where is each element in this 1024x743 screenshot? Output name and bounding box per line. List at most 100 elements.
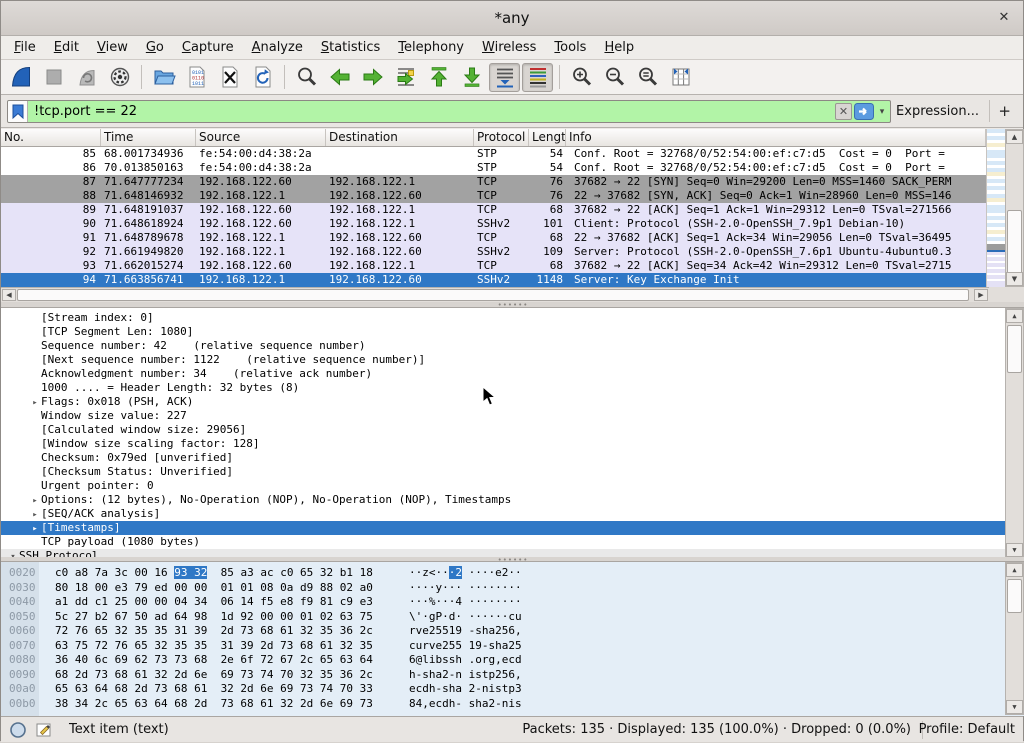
add-filter-button[interactable]: + xyxy=(989,100,1019,122)
filter-clear-button[interactable]: ✕ xyxy=(835,103,852,120)
auto-scroll-button[interactable] xyxy=(489,63,520,92)
detail-line[interactable]: [TCP Segment Len: 1080] xyxy=(1,325,1006,339)
stop-capture-button[interactable] xyxy=(38,63,69,92)
detail-line[interactable]: 1000 .... = Header Length: 32 bytes (8) xyxy=(1,381,1006,395)
packet-row-91[interactable]: 9171.648789678192.168.122.1192.168.122.6… xyxy=(1,231,986,245)
details-vscroll-thumb[interactable] xyxy=(1007,325,1022,373)
packet-row-85[interactable]: 8568.001734936fe:54:00:d4:38:2aSTP54Conf… xyxy=(1,147,986,161)
go-to-packet-button[interactable] xyxy=(390,63,421,92)
detail-line[interactable]: ▸Options: (12 bytes), No-Operation (NOP)… xyxy=(1,493,1006,507)
bytes-vscroll-thumb[interactable] xyxy=(1007,579,1022,613)
hex-row-00a0[interactable]: 00a065 63 64 68 2d 73 68 61 32 2d 6e 69 … xyxy=(9,682,522,697)
detail-line[interactable]: Window size value: 227 xyxy=(1,409,1006,423)
expert-info-button[interactable] xyxy=(9,721,27,739)
expander-icon[interactable]: ▸ xyxy=(29,522,41,535)
reload-file-button[interactable] xyxy=(247,63,278,92)
column-header-length[interactable]: Length xyxy=(529,129,566,146)
detail-line[interactable]: Urgent pointer: 0 xyxy=(1,479,1006,493)
packet-list-hscroll-thumb[interactable] xyxy=(17,289,969,301)
capture-comment-button[interactable] xyxy=(35,721,53,739)
expression-button[interactable]: Expression... xyxy=(890,100,985,123)
column-header-destination[interactable]: Destination xyxy=(326,129,474,146)
packet-row-86[interactable]: 8670.013850163fe:54:00:d4:38:2aSTP54Conf… xyxy=(1,161,986,175)
hex-row-0080[interactable]: 008036 40 6c 69 62 73 73 68 2e 6f 72 67 … xyxy=(9,653,522,668)
detail-line[interactable]: [Stream index: 0] xyxy=(1,311,1006,325)
profile-button[interactable]: Profile: Default xyxy=(919,722,1015,737)
save-file-button[interactable]: 010101101011 xyxy=(181,63,212,92)
display-filter-input[interactable] xyxy=(28,101,835,122)
capture-options-button[interactable] xyxy=(104,63,135,92)
column-header-time[interactable]: Time xyxy=(101,129,196,146)
hex-row-0040[interactable]: 0040a1 dd c1 25 00 00 04 34 06 14 f5 e8 … xyxy=(9,595,522,610)
go-first-button[interactable] xyxy=(423,63,454,92)
filter-dropdown-caret[interactable]: ▾ xyxy=(876,107,888,117)
menu-view[interactable]: View xyxy=(88,38,137,57)
scroll-down-icon[interactable]: ▼ xyxy=(1006,543,1023,557)
scroll-up-icon[interactable]: ▲ xyxy=(1006,130,1023,144)
packet-row-87[interactable]: 8771.647777234192.168.122.60192.168.122.… xyxy=(1,175,986,189)
detail-line[interactable]: Acknowledgment number: 34 (relative ack … xyxy=(1,367,1006,381)
bytes-vscrollbar[interactable]: ▲ ▼ xyxy=(1005,562,1024,715)
hex-row-0030[interactable]: 003080 18 00 e3 79 ed 00 00 01 01 08 0a … xyxy=(9,581,522,596)
menu-help[interactable]: Help xyxy=(595,38,643,57)
packet-row-90[interactable]: 9071.648618924192.168.122.60192.168.122.… xyxy=(1,217,986,231)
detail-line[interactable]: TCP payload (1080 bytes) xyxy=(1,535,1006,549)
detail-line[interactable]: Sequence number: 42 (relative sequence n… xyxy=(1,339,1006,353)
open-file-button[interactable] xyxy=(148,63,179,92)
expander-icon[interactable]: ▸ xyxy=(29,494,41,507)
filter-bookmark-button[interactable] xyxy=(8,101,28,122)
detail-line[interactable]: [Calculated window size: 29056] xyxy=(1,423,1006,437)
hex-row-00b0[interactable]: 00b038 34 2c 65 63 64 68 2d 73 68 61 32 … xyxy=(9,697,522,712)
packet-row-94[interactable]: 9471.663856741192.168.122.1192.168.122.6… xyxy=(1,273,986,287)
intelligent-scrollbar-minimap[interactable] xyxy=(986,129,1005,287)
close-icon[interactable]: ✕ xyxy=(995,9,1013,27)
packet-row-92[interactable]: 9271.661949820192.168.122.1192.168.122.6… xyxy=(1,245,986,259)
detail-line[interactable]: ▸[SEQ/ACK analysis] xyxy=(1,507,1006,521)
scroll-right-icon[interactable]: ▶ xyxy=(974,289,988,301)
zoom-100-button[interactable] xyxy=(632,63,663,92)
filter-apply-button[interactable] xyxy=(854,103,874,120)
go-last-button[interactable] xyxy=(456,63,487,92)
menu-telephony[interactable]: Telephony xyxy=(389,38,473,57)
packet-row-93[interactable]: 9371.662015274192.168.122.60192.168.122.… xyxy=(1,259,986,273)
scroll-down-icon[interactable]: ▼ xyxy=(1006,700,1023,714)
colorize-button[interactable] xyxy=(522,63,553,92)
hex-row-0090[interactable]: 009068 2d 73 68 61 32 2d 6e 69 73 74 70 … xyxy=(9,668,522,683)
detail-line[interactable]: [Checksum Status: Unverified] xyxy=(1,465,1006,479)
detail-line[interactable]: ▸[Timestamps] xyxy=(1,521,1006,535)
packet-row-89[interactable]: 8971.648191037192.168.122.60192.168.122.… xyxy=(1,203,986,217)
detail-line[interactable]: ▸Flags: 0x018 (PSH, ACK) xyxy=(1,395,1006,409)
hex-row-0060[interactable]: 006072 76 65 32 35 35 31 39 2d 73 68 61 … xyxy=(9,624,522,639)
scroll-up-icon[interactable]: ▲ xyxy=(1006,563,1023,577)
hex-row-0050[interactable]: 00505c 27 b2 67 50 ad 64 98 1d 92 00 00 … xyxy=(9,610,522,625)
hex-row-0070[interactable]: 007063 75 72 76 65 32 35 35 31 39 2d 73 … xyxy=(9,639,522,654)
expander-icon[interactable]: ▸ xyxy=(29,396,41,409)
menu-analyze[interactable]: Analyze xyxy=(243,38,312,57)
menu-edit[interactable]: Edit xyxy=(45,38,88,57)
menu-file[interactable]: File xyxy=(5,38,45,57)
menu-statistics[interactable]: Statistics xyxy=(312,38,389,57)
menu-tools[interactable]: Tools xyxy=(545,38,595,57)
detail-line[interactable]: Checksum: 0x79ed [unverified] xyxy=(1,451,1006,465)
zoom-out-button[interactable] xyxy=(599,63,630,92)
menu-go[interactable]: Go xyxy=(137,38,173,57)
column-header-no[interactable]: No. xyxy=(1,129,101,146)
expander-icon[interactable]: ▸ xyxy=(29,508,41,521)
packet-list-vscrollbar[interactable]: ▲ ▼ xyxy=(1005,129,1024,287)
scroll-down-icon[interactable]: ▼ xyxy=(1006,272,1023,286)
detail-line[interactable]: [Next sequence number: 1122 (relative se… xyxy=(1,353,1006,367)
column-header-protocol[interactable]: Protocol xyxy=(474,129,529,146)
start-capture-button[interactable] xyxy=(5,63,36,92)
find-packet-button[interactable] xyxy=(291,63,322,92)
menu-capture[interactable]: Capture xyxy=(173,38,243,57)
go-forward-button[interactable] xyxy=(357,63,388,92)
details-vscrollbar[interactable]: ▲ ▼ xyxy=(1005,308,1024,558)
packet-list-hscrollbar[interactable]: ◀ ▶ xyxy=(1,287,989,302)
hex-row-0020[interactable]: 0020c0 a8 7a 3c 00 16 93 32 85 a3 ac c0 … xyxy=(9,566,522,581)
detail-line[interactable]: [Window size scaling factor: 128] xyxy=(1,437,1006,451)
column-header-source[interactable]: Source xyxy=(196,129,326,146)
close-file-button[interactable] xyxy=(214,63,245,92)
title-bar[interactable]: *any ✕ xyxy=(1,1,1023,36)
zoom-in-button[interactable] xyxy=(566,63,597,92)
packet-list-vscroll-thumb[interactable] xyxy=(1007,210,1022,274)
